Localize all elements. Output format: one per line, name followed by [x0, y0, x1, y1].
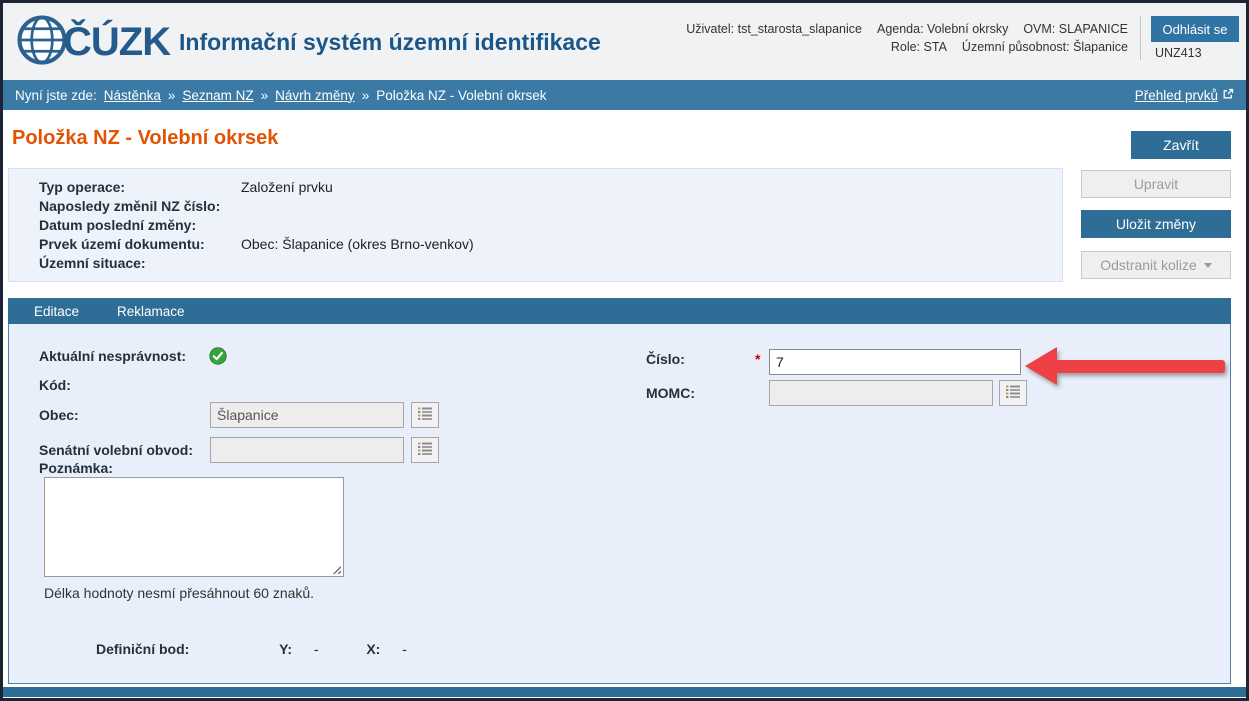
- obec-label: Obec:: [39, 407, 79, 423]
- app-code: UNZ413: [1151, 46, 1240, 60]
- senatni-obvod-label: Senátní volební obvod:: [39, 442, 193, 458]
- senatni-obvod-picker-button: [411, 437, 439, 463]
- momc-label: MOMC:: [646, 385, 695, 401]
- summary-panel: Typ operace:Založení prvku Naposledy změ…: [8, 168, 1063, 282]
- remove-collisions-button: Odstranit kolize: [1081, 251, 1231, 279]
- close-button[interactable]: Zavřít: [1131, 131, 1231, 159]
- poznamka-textarea[interactable]: [44, 477, 344, 577]
- x-value: -: [402, 641, 407, 657]
- poznamka-hint: Délka hodnoty nesmí přesáhnout 60 znaků.: [44, 585, 314, 601]
- breadcrumb-separator: »: [261, 88, 269, 103]
- save-changes-button[interactable]: Uložit změny: [1081, 210, 1231, 238]
- arrow-shaft: [1057, 360, 1225, 373]
- user-name: Uživatel: tst_starosta_slapanice: [686, 22, 862, 36]
- edit-form-panel: Aktuální nesprávnost: Kód: Obec: Senátní…: [8, 324, 1231, 684]
- summary-row: Územní situace:: [39, 254, 1062, 273]
- summary-label: Naposledy změnil NZ číslo:: [39, 197, 241, 216]
- chevron-down-icon: [1204, 263, 1212, 268]
- summary-label: Územní situace:: [39, 254, 241, 273]
- poznamka-label: Poznámka:: [39, 460, 113, 476]
- definition-point-label: Definiční bod:: [96, 641, 189, 657]
- summary-value: Založení prvku: [241, 179, 333, 195]
- header: ČÚZK Informační systém územní identifika…: [3, 3, 1246, 80]
- logout-button[interactable]: Odhlásit se: [1151, 16, 1239, 42]
- summary-label: Datum poslední změny:: [39, 216, 241, 235]
- summary-row: Datum poslední změny:: [39, 216, 1062, 235]
- overview-link-label: Přehled prvků: [1135, 88, 1218, 103]
- breadcrumb-current: Položka NZ - Volební okrsek: [376, 88, 546, 103]
- role: Role: STA: [891, 40, 947, 54]
- momc-picker-button: [999, 380, 1027, 406]
- tab-reklamace[interactable]: Reklamace: [117, 304, 185, 319]
- edit-button: Upravit: [1081, 170, 1231, 198]
- arrow-left-icon: [1025, 347, 1225, 385]
- senatni-obvod-input: [210, 437, 404, 463]
- user-info: Uživatel: tst_starosta_slapanice Agenda:…: [686, 16, 1140, 60]
- footer-bar: [3, 687, 1246, 697]
- agenda: Agenda: Volební okrsky: [877, 22, 1008, 36]
- logo: ČÚZK: [15, 13, 170, 72]
- breadcrumb-link-seznam-nz[interactable]: Seznam NZ: [182, 88, 253, 103]
- ovm: OVM: SLAPANICE: [1023, 22, 1128, 36]
- app-title: Informační systém územní identifikace: [179, 29, 601, 56]
- arrow-head: [1025, 347, 1057, 385]
- page-title: Položka NZ - Volební okrsek: [12, 127, 278, 150]
- list-icon: [417, 441, 433, 460]
- summary-row: Typ operace:Založení prvku: [39, 178, 1062, 197]
- breadcrumb: Nyní jste zde: Nástěnka » Seznam NZ » Ná…: [3, 80, 1246, 110]
- logo-text: ČÚZK: [63, 20, 170, 65]
- obec-input: [210, 402, 404, 428]
- summary-row: Prvek území dokumentu:Obec: Šlapanice (o…: [39, 235, 1062, 254]
- cislo-input[interactable]: [769, 349, 1021, 375]
- tab-bar: Editace Reklamace: [8, 298, 1231, 324]
- current-incorrectness-label: Aktuální nesprávnost:: [39, 348, 186, 364]
- cislo-label: Číslo:: [646, 351, 685, 367]
- x-label: X:: [366, 641, 380, 657]
- breadcrumb-separator: »: [168, 88, 176, 103]
- globe-icon: [15, 13, 69, 72]
- list-icon: [417, 406, 433, 425]
- momc-input: [769, 380, 993, 406]
- summary-row: Naposledy změnil NZ číslo:: [39, 197, 1062, 216]
- summary-label: Typ operace:: [39, 178, 241, 197]
- summary-value: Obec: Šlapanice (okres Brno-venkov): [241, 236, 474, 252]
- required-mark: *: [755, 351, 760, 367]
- external-link-icon: [1222, 88, 1234, 103]
- kod-label: Kód:: [39, 377, 71, 393]
- list-icon: [1005, 384, 1021, 403]
- remove-collisions-label: Odstranit kolize: [1100, 257, 1196, 273]
- tab-editace[interactable]: Editace: [34, 304, 79, 319]
- breadcrumb-prefix: Nyní jste zde:: [15, 88, 97, 103]
- overview-link[interactable]: Přehled prvků: [1135, 88, 1234, 103]
- breadcrumb-link-navrh-zmeny[interactable]: Návrh změny: [275, 88, 355, 103]
- app-window: ČÚZK Informační systém územní identifika…: [0, 0, 1249, 701]
- check-circle-icon: [209, 347, 227, 370]
- y-label: Y:: [279, 641, 292, 657]
- user-block: Uživatel: tst_starosta_slapanice Agenda:…: [686, 16, 1240, 60]
- obec-picker-button: [411, 402, 439, 428]
- session-column: Odhlásit se UNZ413: [1140, 16, 1240, 60]
- summary-label: Prvek území dokumentu:: [39, 235, 241, 254]
- breadcrumb-separator: »: [362, 88, 370, 103]
- y-value: -: [314, 641, 319, 657]
- territorial-scope: Územní působnost: Šlapanice: [962, 40, 1128, 54]
- definition-point-row: Definiční bod: Y: - X: -: [96, 641, 407, 657]
- breadcrumb-link-nastenka[interactable]: Nástěnka: [104, 88, 161, 103]
